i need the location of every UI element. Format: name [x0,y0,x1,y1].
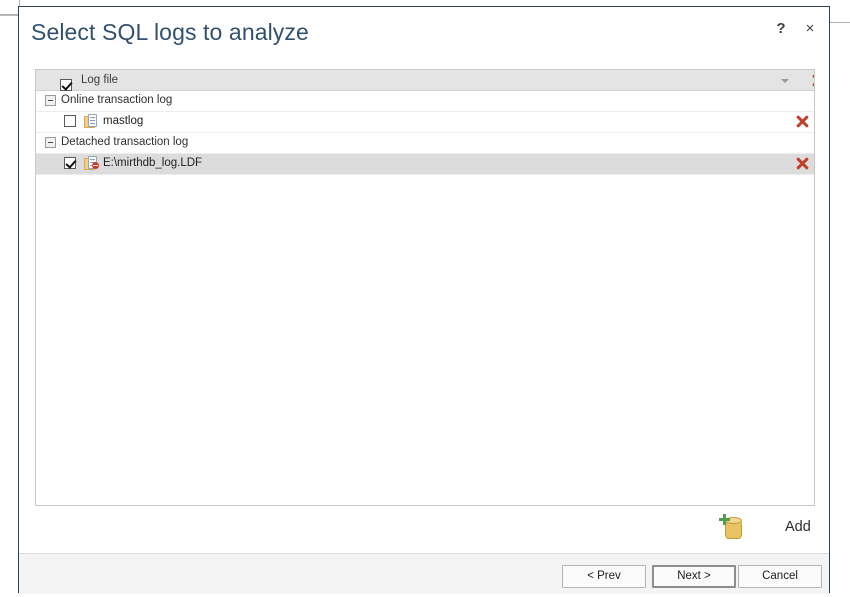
log-file-icon [84,114,99,130]
next-button[interactable]: Next > [652,565,736,588]
collapse-icon[interactable] [45,137,56,148]
delete-item-icon[interactable] [794,113,811,130]
help-icon[interactable]: ? [770,18,792,40]
log-file-list-panel: Log file Online transaction log mastlog [35,69,815,506]
select-all-checkbox[interactable] [60,79,72,91]
screen: Select SQL logs to analyze ? × Log file … [0,0,850,597]
add-button-label[interactable]: Add [785,519,811,535]
add-database-icon[interactable] [719,514,743,540]
list-header-row: Log file [36,70,814,91]
group-label: Online transaction log [61,94,173,106]
cancel-button[interactable]: Cancel [738,565,822,588]
page-title: Select SQL logs to analyze [31,19,309,45]
dialog-footer: < Prev Next > Cancel [19,553,829,594]
delete-item-icon[interactable] [794,155,811,172]
group-row[interactable]: Detached transaction log [36,133,814,154]
list-item[interactable]: mastlog [36,112,814,133]
prev-button[interactable]: < Prev [562,565,646,588]
background-window-edge-right [829,22,850,23]
list-item[interactable]: E:\mirthdb_log.LDF [36,154,814,175]
collapse-icon[interactable] [45,95,56,106]
select-sql-logs-dialog: Select SQL logs to analyze ? × Log file … [18,6,830,594]
dialog-titlebar: Select SQL logs to analyze ? × [19,7,829,63]
column-header-log-file: Log file [81,74,119,86]
group-label: Detached transaction log [61,136,189,148]
item-checkbox[interactable] [64,157,76,169]
close-icon[interactable]: × [799,18,821,40]
item-checkbox[interactable] [64,115,76,127]
list-item-label: E:\mirthdb_log.LDF [103,157,203,169]
group-row[interactable]: Online transaction log [36,91,814,112]
delete-all-icon[interactable] [810,72,814,89]
list-item-label: mastlog [103,115,144,127]
detached-log-file-icon [84,156,99,172]
chevron-down-icon[interactable] [781,79,789,83]
